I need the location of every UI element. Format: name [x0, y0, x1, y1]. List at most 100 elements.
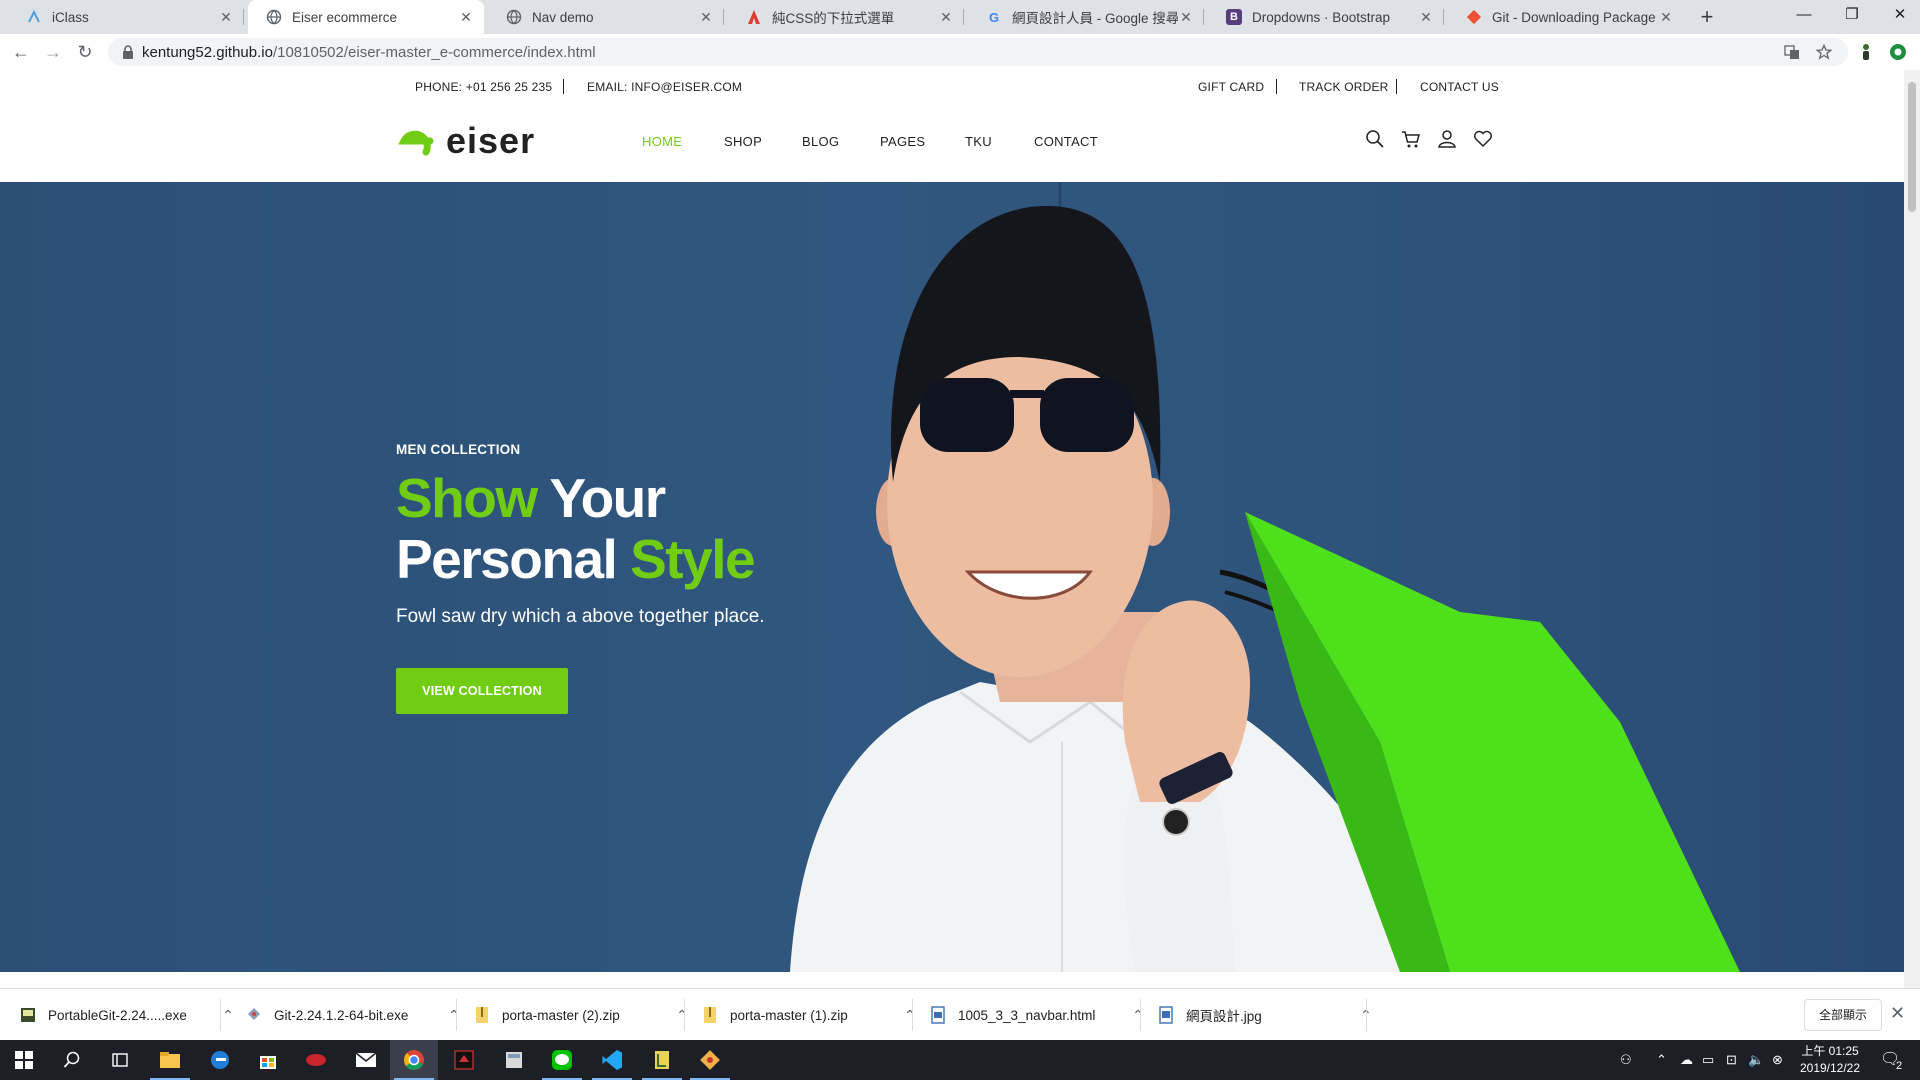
browser-toolbar: ← → ↻ kentung52.github.io/10810502/eiser… — [0, 34, 1920, 71]
forward-button[interactable]: → — [40, 39, 66, 65]
nav-pages[interactable]: PAGES — [880, 134, 925, 149]
address-bar[interactable]: kentung52.github.io/10810502/eiser-maste… — [108, 38, 1848, 66]
window-close-button[interactable]: ✕ — [1876, 0, 1920, 30]
close-icon[interactable]: ✕ — [458, 9, 474, 26]
contact-us-link[interactable]: CONTACT US — [1420, 80, 1499, 94]
search-icon[interactable] — [48, 1040, 96, 1080]
mail-icon[interactable] — [342, 1040, 390, 1080]
back-button[interactable]: ← — [8, 39, 34, 65]
download-item[interactable]: porta-master (2).zip ⌃ — [474, 989, 692, 1041]
vscode-icon[interactable] — [588, 1040, 636, 1080]
headline-word-style: Style — [630, 528, 755, 590]
track-order-link[interactable]: TRACK ORDER — [1299, 80, 1389, 94]
lock-icon — [120, 44, 136, 60]
show-all-downloads-button[interactable]: 全部顯示 — [1804, 999, 1882, 1031]
nav-contact[interactable]: CONTACT — [1034, 134, 1098, 149]
bootstrap-icon: B — [1226, 9, 1242, 25]
gift-card-link[interactable]: GIFT CARD — [1198, 80, 1264, 94]
profile-sync-icon[interactable] — [1888, 42, 1908, 62]
site-top-bar: PHONE: +01 256 25 235 EMAIL: INFO@EISER.… — [0, 70, 1904, 103]
minimize-button[interactable]: — — [1780, 0, 1828, 30]
reload-button[interactable]: ↻ — [72, 39, 98, 65]
url-text: kentung52.github.io/10810502/eiser-maste… — [142, 44, 596, 61]
calculator-app-icon[interactable] — [490, 1040, 538, 1080]
url-host: kentung52.github.io — [142, 44, 273, 61]
git-gui-icon[interactable] — [686, 1040, 734, 1080]
edge-icon[interactable] — [196, 1040, 244, 1080]
tab-title: 網頁設計人員 - Google 搜尋 — [1012, 11, 1178, 26]
store-icon[interactable] — [244, 1040, 292, 1080]
tab-title: iClass — [52, 9, 89, 25]
phone-info: PHONE: +01 256 25 235 — [415, 80, 553, 94]
download-item[interactable]: 1005_3_3_navbar.html ⌃ — [930, 989, 1148, 1041]
view-collection-button[interactable]: VIEW COLLECTION — [396, 668, 568, 714]
chevron-up-icon[interactable]: ⌃ — [1656, 1052, 1667, 1068]
network-icon[interactable]: ⊡ — [1726, 1052, 1737, 1068]
page-scrollbar[interactable] — [1904, 70, 1920, 988]
git-icon — [1466, 9, 1482, 25]
url-path: /10810502/eiser-master_e-commerce/index.… — [272, 44, 596, 61]
tab-eiser-ecommerce[interactable]: Eiser ecommerce ✕ — [248, 0, 484, 34]
people-icon[interactable]: ⚇ — [1620, 1052, 1632, 1068]
nav-blog[interactable]: BLOG — [802, 134, 839, 149]
close-icon[interactable]: ✕ — [1658, 9, 1674, 26]
cart-icon[interactable] — [1400, 128, 1422, 150]
extension-icon[interactable] — [1856, 42, 1876, 62]
site-header: eiser HOME SHOP BLOG PAGES TKU CONTACT — [0, 102, 1904, 183]
bookmark-star-icon[interactable] — [1815, 43, 1833, 60]
file-explorer-icon[interactable] — [146, 1040, 194, 1080]
chevron-up-icon[interactable]: ⌃ — [218, 1007, 238, 1024]
download-item[interactable]: 網頁設計.jpg ⌃ — [1158, 989, 1376, 1041]
line-icon[interactable] — [538, 1040, 586, 1080]
download-item[interactable]: porta-master (1).zip ⌃ — [702, 989, 920, 1041]
close-icon[interactable]: ✕ — [218, 9, 234, 26]
html-file-icon — [931, 1006, 945, 1024]
site-logo[interactable]: eiser — [396, 120, 535, 162]
chrome-icon[interactable] — [390, 1040, 438, 1080]
system-clock[interactable]: 上午 01:25 2019/12/22 — [1790, 1043, 1870, 1077]
onedrive-icon[interactable]: ☁ — [1680, 1052, 1693, 1068]
restore-button[interactable]: ❐ — [1828, 0, 1876, 30]
nav-tku[interactable]: TKU — [965, 134, 992, 149]
battery-icon[interactable]: ▭ — [1702, 1052, 1714, 1068]
download-item[interactable]: PortableGit-2.24.....exe ⌃ — [20, 989, 238, 1041]
logo-text: eiser — [446, 120, 536, 161]
nav-home[interactable]: HOME — [642, 134, 682, 149]
translate-icon[interactable] — [1784, 44, 1800, 60]
tab-nav-demo[interactable]: Nav demo ✕ — [488, 0, 724, 34]
hero-model-image — [790, 182, 1741, 972]
close-icon[interactable]: ✕ — [1890, 1003, 1905, 1024]
tab-bootstrap-dropdowns[interactable]: B Dropdowns · Bootstrap ✕ — [1208, 0, 1444, 34]
tab-css-dropdown[interactable]: 純CSS的下拉式選單 ✕ — [728, 0, 964, 34]
task-view-icon[interactable] — [96, 1040, 144, 1080]
notes-app-icon[interactable] — [638, 1040, 686, 1080]
red-a-icon — [746, 9, 762, 25]
chevron-up-icon[interactable]: ⌃ — [900, 1007, 920, 1024]
nav-shop[interactable]: SHOP — [724, 134, 762, 149]
scrollbar-thumb[interactable] — [1908, 82, 1916, 212]
headline-word-personal: Personal — [396, 528, 618, 590]
close-icon[interactable]: ✕ — [1178, 9, 1194, 26]
close-icon[interactable]: ✕ — [1418, 9, 1434, 26]
tab-title: Nav demo — [532, 9, 594, 25]
tab-google-search[interactable]: G 網頁設計人員 - Google 搜尋 ✕ — [968, 0, 1204, 34]
windows-start-icon[interactable] — [0, 1040, 48, 1080]
download-item[interactable]: Git-2.24.1.2-64-bit.exe ⌃ — [246, 989, 464, 1041]
chevron-up-icon[interactable]: ⌃ — [672, 1007, 692, 1024]
new-tab-button[interactable]: + — [1694, 4, 1720, 30]
game-app-icon[interactable] — [292, 1040, 340, 1080]
close-icon[interactable]: ✕ — [698, 9, 714, 26]
chevron-up-icon[interactable]: ⌃ — [1128, 1007, 1148, 1024]
chevron-up-icon[interactable]: ⌃ — [444, 1007, 464, 1024]
search-icon[interactable] — [1364, 128, 1386, 150]
heart-icon[interactable] — [1472, 128, 1494, 150]
volume-icon[interactable]: 🔈 — [1748, 1052, 1764, 1068]
tab-git-download[interactable]: Git - Downloading Package ✕ — [1448, 0, 1684, 34]
notification-count: 2 — [1896, 1060, 1903, 1072]
ime-icon[interactable]: ⊗ — [1772, 1052, 1783, 1068]
user-icon[interactable] — [1436, 128, 1458, 150]
tab-title: Dropdowns · Bootstrap — [1252, 9, 1391, 25]
close-icon[interactable]: ✕ — [938, 9, 954, 26]
media-app-icon[interactable] — [440, 1040, 488, 1080]
tab-iclass[interactable]: iClass ✕ — [8, 0, 244, 34]
